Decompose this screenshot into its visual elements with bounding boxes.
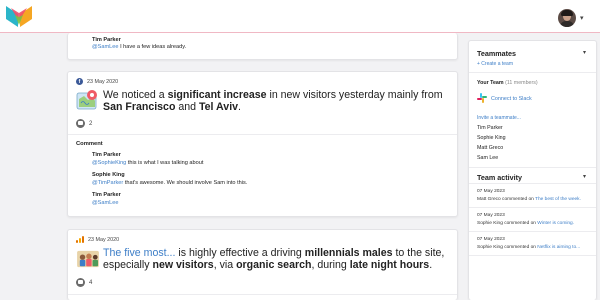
post-headline: We noticed a significant increase in new… <box>103 89 443 114</box>
invite-teammate-link[interactable]: Invite a teammate... <box>477 115 521 121</box>
comment-text: @SophieKing this is what I was talking a… <box>92 160 204 166</box>
members-count: (11 members) <box>505 80 538 86</box>
post-card-previous: Tim Parker @SamLee I have a few ideas al… <box>67 33 458 60</box>
post-meta: 23 May 2020 <box>76 236 119 243</box>
sidebar-panel: Teammates ▾ + Create a team Your Team (1… <box>468 40 597 300</box>
user-avatar-icon[interactable] <box>558 9 576 27</box>
divider <box>469 231 596 232</box>
map-insight-icon <box>76 90 97 110</box>
divider <box>68 294 457 295</box>
activity-item: Matt Greco commented on The best of the … <box>477 197 581 202</box>
divider <box>469 167 596 168</box>
divider <box>469 72 596 73</box>
post-card: f 23 May 2020 We noticed a significant i… <box>67 71 458 217</box>
comment-text: @TimParker that's awesome. We should inv… <box>92 180 248 186</box>
activity-item: Sophie King commented on Netflix is aimi… <box>477 245 581 250</box>
comment-icon[interactable] <box>76 119 85 128</box>
your-team-label: Your Team (11 members) <box>477 80 538 86</box>
comment-author: Tim Parker <box>92 152 121 158</box>
audience-insight-icon <box>77 250 99 268</box>
divider <box>469 207 596 208</box>
user-menu[interactable]: ▾ <box>558 9 596 27</box>
chevron-down-icon[interactable]: ▾ <box>583 173 586 180</box>
team-member[interactable]: Sam Lee <box>477 155 498 161</box>
comment-author: Sophie King <box>92 172 125 178</box>
chevron-down-icon[interactable]: ▾ <box>583 49 586 56</box>
team-member[interactable]: Tim Parker <box>477 125 503 131</box>
post-date: 23 May 2020 <box>88 236 120 243</box>
mention-link[interactable]: @TimParker <box>92 180 123 186</box>
post-meta: f 23 May 2020 <box>76 78 118 85</box>
activity-date: 07 May 2023 <box>477 237 505 242</box>
chevron-down-icon[interactable]: ▾ <box>580 14 584 22</box>
activity-date: 07 May 2023 <box>477 189 505 194</box>
brand-logo-icon[interactable] <box>6 6 32 27</box>
divider <box>469 255 596 256</box>
mention-link[interactable]: @SamLee <box>92 44 119 50</box>
activity-link[interactable]: Netflix is aiming to... <box>537 245 580 250</box>
activity-date: 07 May 2023 <box>477 213 505 218</box>
comment-author: Tim Parker <box>92 192 121 198</box>
slack-icon[interactable] <box>477 93 487 103</box>
comment-text: @SamLee I have a few ideas already. <box>92 44 187 50</box>
headline-link[interactable]: The five most... <box>103 247 175 259</box>
divider <box>469 183 596 184</box>
post-headline: The five most... is highly effective a d… <box>103 247 445 272</box>
google-analytics-icon <box>76 236 84 243</box>
comment-author: Tim Parker <box>92 37 121 43</box>
activity-title: Team activity <box>477 173 523 182</box>
divider <box>68 134 457 135</box>
team-member[interactable]: Sophie King <box>477 135 506 141</box>
activity-link[interactable]: The best of the week. <box>535 197 581 202</box>
create-team-link[interactable]: + Create a team <box>477 61 513 67</box>
comment-heading: Comment <box>76 141 103 147</box>
teammates-title: Teammates <box>477 49 517 58</box>
post-card: 23 May 2020 The five most... is highly e… <box>67 229 458 300</box>
comment-icon[interactable] <box>76 278 85 287</box>
activity-item: Sophie King commented on Winter is comin… <box>477 221 575 226</box>
mention-link[interactable]: @SophieKing <box>92 160 126 166</box>
team-member[interactable]: Matt Greco <box>477 145 503 151</box>
facebook-icon: f <box>76 78 83 85</box>
post-date: 23 May 2020 <box>87 78 119 85</box>
top-bar: ▾ <box>0 0 600 33</box>
comment-text: @SamLee <box>92 200 119 206</box>
mention-link[interactable]: @SamLee <box>92 200 119 206</box>
comment-counter[interactable]: 2 <box>76 119 92 128</box>
comment-counter[interactable]: 4 <box>76 278 92 287</box>
connect-slack-button[interactable]: Connect to Slack <box>491 96 532 102</box>
activity-link[interactable]: Winter is coming. <box>537 221 574 226</box>
